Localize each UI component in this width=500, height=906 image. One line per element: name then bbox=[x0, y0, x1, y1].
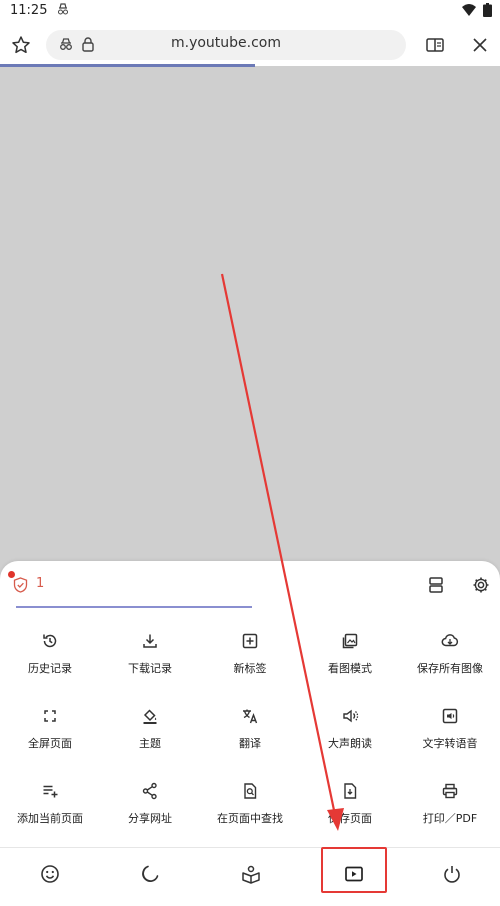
fullscreen-icon bbox=[41, 707, 59, 725]
layout-toggle-icon[interactable] bbox=[427, 576, 445, 594]
menu-item-read-aloud[interactable]: 大声朗读 bbox=[300, 707, 400, 771]
blocked-count: 1 bbox=[36, 576, 45, 591]
menu-item-find-in-page[interactable]: 在页面中查找 bbox=[200, 782, 300, 846]
menu-item-label: 保存页面 bbox=[328, 812, 372, 825]
menu-item-fullscreen[interactable]: 全屏页面 bbox=[0, 707, 100, 771]
image-mode-icon bbox=[341, 632, 359, 650]
bookmark-star-icon[interactable] bbox=[11, 35, 31, 55]
theme-icon bbox=[141, 707, 159, 725]
share-icon bbox=[141, 782, 159, 800]
menu-item-label: 分享网址 bbox=[128, 812, 172, 825]
download-icon bbox=[141, 632, 159, 650]
wifi-icon bbox=[462, 3, 476, 17]
print-icon bbox=[441, 782, 459, 800]
save-page-icon bbox=[341, 782, 359, 800]
menu-item-label: 文字转语音 bbox=[422, 737, 478, 750]
settings-gear-icon[interactable] bbox=[472, 576, 490, 594]
menu-item-label: 下载记录 bbox=[128, 662, 172, 675]
find-in-page-icon bbox=[241, 782, 259, 800]
translate-icon bbox=[241, 707, 259, 725]
url-text[interactable]: m.youtube.com bbox=[46, 35, 406, 51]
battery-icon bbox=[483, 3, 492, 17]
menu-item-label: 大声朗读 bbox=[328, 737, 372, 750]
menu-item-new-tab[interactable]: 新标签 bbox=[200, 632, 300, 696]
reader-view-icon[interactable] bbox=[425, 35, 445, 55]
menu-item-label: 历史记录 bbox=[28, 662, 72, 675]
new-tab-icon bbox=[241, 632, 259, 650]
status-time: 11:25 bbox=[10, 3, 48, 18]
menu-item-label: 保存所有图像 bbox=[417, 662, 483, 675]
menu-item-label: 在页面中查找 bbox=[217, 812, 283, 825]
menu-item-print[interactable]: 打印／PDF bbox=[400, 782, 500, 846]
shield-icon[interactable] bbox=[13, 577, 28, 593]
address-bar[interactable]: m.youtube.com bbox=[46, 30, 406, 60]
night-mode-icon[interactable] bbox=[139, 863, 161, 885]
menu-item-translate[interactable]: 翻译 bbox=[200, 707, 300, 771]
close-icon[interactable] bbox=[470, 35, 490, 55]
text-to-speech-icon bbox=[441, 707, 459, 725]
menu-item-history[interactable]: 历史记录 bbox=[0, 632, 100, 696]
menu-item-text-to-speech[interactable]: 文字转语音 bbox=[400, 707, 500, 771]
save-images-icon bbox=[441, 632, 459, 650]
menu-item-label: 看图模式 bbox=[328, 662, 372, 675]
menu-item-label: 全屏页面 bbox=[28, 737, 72, 750]
menu-item-label: 主题 bbox=[139, 737, 161, 750]
menu-item-label: 添加当前页面 bbox=[17, 812, 83, 825]
incognito-status-icon bbox=[56, 2, 70, 16]
menu-item-label: 打印／PDF bbox=[422, 812, 478, 825]
menu-item-save-images[interactable]: 保存所有图像 bbox=[400, 632, 500, 696]
menu-item-image-mode[interactable]: 看图模式 bbox=[300, 632, 400, 696]
sheet-divider bbox=[16, 606, 252, 608]
menu-item-label: 新标签 bbox=[233, 662, 267, 675]
bottom-nav-divider bbox=[0, 847, 500, 848]
menu-item-share[interactable]: 分享网址 bbox=[100, 782, 200, 846]
highlight-box bbox=[321, 847, 387, 893]
menu-item-add-page[interactable]: 添加当前页面 bbox=[0, 782, 100, 846]
menu-item-label: 翻译 bbox=[239, 737, 261, 750]
menu-item-downloads[interactable]: 下载记录 bbox=[100, 632, 200, 696]
emoji-icon[interactable] bbox=[39, 863, 61, 885]
reader-mode-icon[interactable] bbox=[240, 863, 262, 885]
add-page-icon bbox=[41, 782, 59, 800]
menu-item-save-page[interactable]: 保存页面 bbox=[300, 782, 400, 846]
history-icon bbox=[41, 632, 59, 650]
read-aloud-icon bbox=[341, 707, 359, 725]
status-bar: 11:25 bbox=[0, 0, 500, 22]
menu-item-theme[interactable]: 主题 bbox=[100, 707, 200, 771]
power-icon[interactable] bbox=[441, 863, 463, 885]
